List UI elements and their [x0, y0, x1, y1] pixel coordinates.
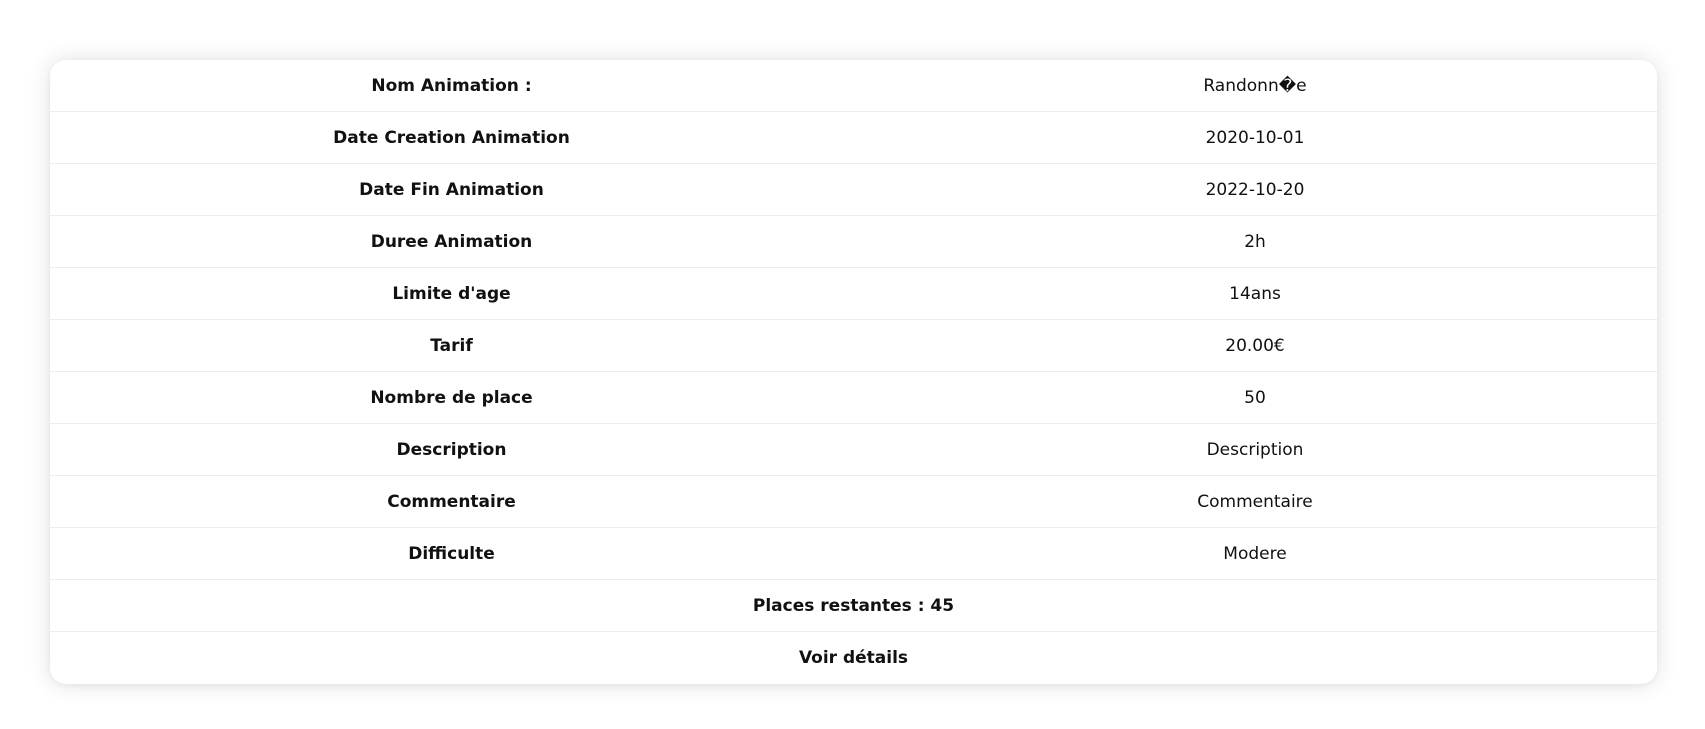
row-duree: Duree Animation 2h: [50, 216, 1657, 268]
value-duree: 2h: [1244, 231, 1266, 252]
label-limite-age: Limite d'age: [392, 283, 511, 304]
places-restantes-text: Places restantes : 45: [752, 595, 955, 616]
row-nombre-place: Nombre de place 50: [50, 372, 1657, 424]
value-limite-age: 14ans: [1229, 283, 1281, 304]
label-difficulte: Difficulte: [408, 543, 495, 564]
label-nom-animation: Nom Animation :: [371, 75, 532, 96]
row-date-fin: Date Fin Animation 2022-10-20: [50, 164, 1657, 216]
label-commentaire: Commentaire: [387, 491, 516, 512]
value-tarif: 20.00€: [1225, 335, 1285, 356]
label-duree: Duree Animation: [370, 231, 533, 252]
row-limite-age: Limite d'age 14ans: [50, 268, 1657, 320]
row-date-creation: Date Creation Animation 2020-10-01: [50, 112, 1657, 164]
value-date-creation: 2020-10-01: [1205, 127, 1305, 148]
row-places-restantes: Places restantes : 45: [50, 580, 1657, 632]
row-nom-animation: Nom Animation : Randonn�e: [50, 60, 1657, 112]
value-nom-animation: Randonn�e: [1203, 75, 1307, 96]
label-nombre-place: Nombre de place: [370, 387, 533, 408]
label-description: Description: [396, 439, 507, 460]
label-tarif: Tarif: [430, 335, 473, 356]
row-voir-details: Voir détails: [50, 632, 1657, 684]
row-commentaire: Commentaire Commentaire: [50, 476, 1657, 528]
value-difficulte: Modere: [1223, 543, 1287, 564]
animation-details-card: Nom Animation : Randonn�e Date Creation …: [50, 60, 1657, 684]
row-difficulte: Difficulte Modere: [50, 528, 1657, 580]
value-commentaire: Commentaire: [1197, 491, 1313, 512]
value-nombre-place: 50: [1244, 387, 1266, 408]
row-description: Description Description: [50, 424, 1657, 476]
row-tarif: Tarif 20.00€: [50, 320, 1657, 372]
value-description: Description: [1206, 439, 1304, 460]
label-date-fin: Date Fin Animation: [359, 179, 544, 200]
value-date-fin: 2022-10-20: [1205, 179, 1305, 200]
label-date-creation: Date Creation Animation: [333, 127, 570, 148]
voir-details-link[interactable]: Voir détails: [799, 648, 908, 668]
